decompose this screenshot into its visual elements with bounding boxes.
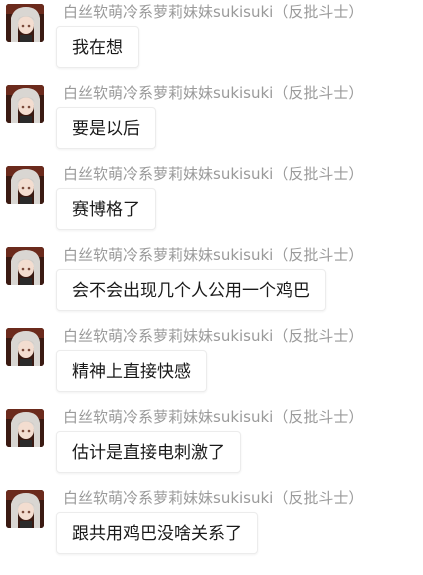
- anime-girl-avatar-icon[interactable]: [6, 247, 44, 285]
- sender-name[interactable]: 白丝软萌冷系萝莉妹妹sukisuki（反批斗士）: [63, 408, 363, 426]
- anime-girl-avatar-icon[interactable]: [6, 85, 44, 123]
- sender-name[interactable]: 白丝软萌冷系萝莉妹妹sukisuki（反批斗士）: [63, 327, 363, 345]
- message-bubble[interactable]: 会不会出现几个人公用一个鸡巴: [56, 269, 326, 311]
- chat-message: 白丝软萌冷系萝莉妹妹sukisuki（反批斗士） 赛博格了: [0, 162, 423, 243]
- message-bubble[interactable]: 赛博格了: [56, 188, 156, 230]
- message-bubble[interactable]: 估计是直接电刺激了: [56, 431, 241, 473]
- anime-girl-avatar-icon[interactable]: [6, 490, 44, 528]
- anime-girl-avatar-icon[interactable]: [6, 409, 44, 447]
- sender-name[interactable]: 白丝软萌冷系萝莉妹妹sukisuki（反批斗士）: [63, 84, 363, 102]
- message-bubble[interactable]: 精神上直接快感: [56, 350, 207, 392]
- chat-message: 白丝软萌冷系萝莉妹妹sukisuki（反批斗士） 要是以后: [0, 81, 423, 162]
- chat-message: 白丝软萌冷系萝莉妹妹sukisuki（反批斗士） 跟共用鸡巴没啥关系了: [0, 486, 423, 567]
- sender-name[interactable]: 白丝软萌冷系萝莉妹妹sukisuki（反批斗士）: [63, 489, 363, 507]
- chat-message: 白丝软萌冷系萝莉妹妹sukisuki（反批斗士） 精神上直接快感: [0, 324, 423, 405]
- chat-message-list: 白丝软萌冷系萝莉妹妹sukisuki（反批斗士） 我在想 白丝软萌冷系萝莉妹妹s…: [0, 0, 423, 575]
- sender-name[interactable]: 白丝软萌冷系萝莉妹妹sukisuki（反批斗士）: [63, 3, 363, 21]
- message-bubble[interactable]: 跟共用鸡巴没啥关系了: [56, 512, 258, 554]
- message-bubble[interactable]: 我在想: [56, 26, 139, 68]
- anime-girl-avatar-icon[interactable]: [6, 4, 44, 42]
- sender-name[interactable]: 白丝软萌冷系萝莉妹妹sukisuki（反批斗士）: [63, 246, 363, 264]
- chat-message: 白丝软萌冷系萝莉妹妹sukisuki（反批斗士） 会不会出现几个人公用一个鸡巴: [0, 243, 423, 324]
- anime-girl-avatar-icon[interactable]: [6, 328, 44, 366]
- sender-name[interactable]: 白丝软萌冷系萝莉妹妹sukisuki（反批斗士）: [63, 165, 363, 183]
- chat-message: 白丝软萌冷系萝莉妹妹sukisuki（反批斗士） 我在想: [0, 0, 423, 81]
- message-bubble[interactable]: 要是以后: [56, 107, 156, 149]
- anime-girl-avatar-icon[interactable]: [6, 166, 44, 204]
- chat-message: 白丝软萌冷系萝莉妹妹sukisuki（反批斗士） 估计是直接电刺激了: [0, 405, 423, 486]
